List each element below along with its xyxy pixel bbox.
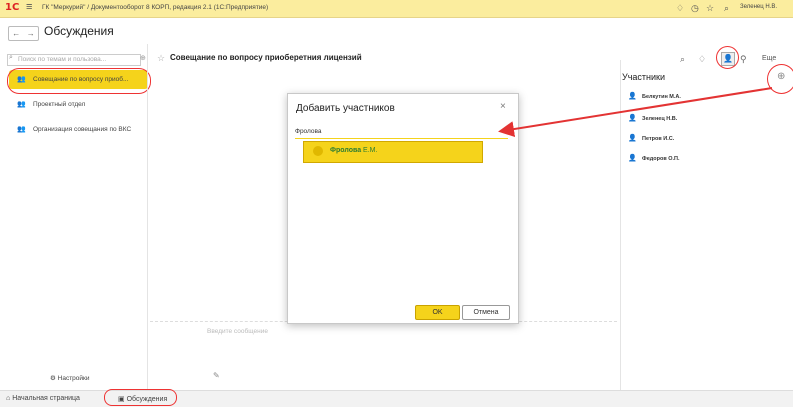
home-tab[interactable]: ⌂ Начальная страница [6, 395, 80, 402]
annotation-circle [104, 389, 177, 406]
annotation-arrow [498, 87, 773, 138]
home-label: Начальная страница [12, 395, 80, 402]
